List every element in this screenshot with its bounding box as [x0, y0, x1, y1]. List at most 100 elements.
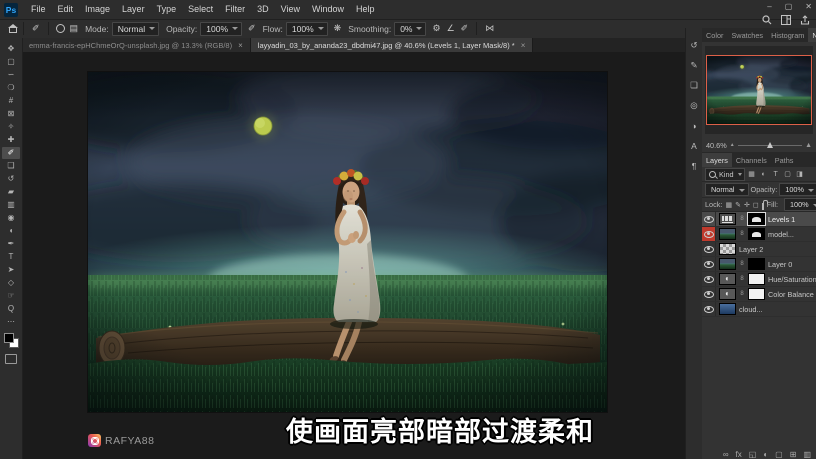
- visibility-toggle[interactable]: [702, 242, 716, 256]
- brush-tool-preset-icon[interactable]: ✐: [29, 23, 43, 34]
- search-icon[interactable]: [762, 15, 772, 25]
- shape-tool[interactable]: ◇: [2, 277, 20, 289]
- fill-select[interactable]: 100%: [784, 198, 816, 211]
- restore-button[interactable]: ▢: [785, 0, 793, 13]
- menu-select[interactable]: Select: [182, 0, 219, 19]
- layer-thumbnail[interactable]: [719, 228, 736, 240]
- color-swatches[interactable]: [3, 333, 19, 348]
- navigator-proxy-view[interactable]: [707, 56, 811, 125]
- type-tool[interactable]: T: [2, 251, 20, 263]
- layer-blend-mode-select[interactable]: Normal: [705, 183, 749, 196]
- layer-mask-thumbnail[interactable]: [748, 228, 765, 240]
- lock-transparency-icon[interactable]: ▦: [725, 201, 732, 209]
- layer-style-icon[interactable]: fx: [736, 450, 742, 459]
- filter-smart-objects-icon[interactable]: ◨: [795, 170, 805, 178]
- properties-panel-icon[interactable]: ◎: [687, 100, 701, 111]
- history-panel-icon[interactable]: ↺: [687, 40, 701, 51]
- zoom-in-icon[interactable]: ▲: [805, 142, 812, 149]
- brush-settings-panel-icon[interactable]: ✎: [687, 60, 701, 71]
- smoothing-select[interactable]: 0%: [394, 21, 427, 36]
- blend-mode-select[interactable]: Normal: [111, 21, 160, 36]
- adjustments-panel-icon[interactable]: ◑: [687, 120, 701, 131]
- menu-edit[interactable]: Edit: [52, 0, 80, 19]
- lock-all-icon[interactable]: [761, 199, 769, 210]
- brush-angle-icon[interactable]: ∠: [444, 23, 458, 34]
- close-tab-icon[interactable]: ×: [238, 41, 243, 50]
- zoom-slider[interactable]: [737, 140, 803, 150]
- minimize-button[interactable]: –: [767, 0, 771, 13]
- delete-layer-icon[interactable]: ▥: [803, 450, 811, 459]
- layer-row-layer-2[interactable]: Layer 2: [702, 242, 816, 257]
- menu-help[interactable]: Help: [350, 0, 381, 19]
- layer-name[interactable]: Layer 0: [768, 260, 792, 269]
- gradient-tool[interactable]: ▥: [2, 199, 20, 211]
- filter-type-layers-icon[interactable]: T: [771, 171, 781, 178]
- brush-tool[interactable]: ✐: [2, 147, 20, 159]
- navigator-thumbnail[interactable]: [705, 46, 813, 134]
- brush-settings-toggle-icon[interactable]: ▤: [67, 23, 82, 34]
- visibility-toggle[interactable]: [702, 257, 716, 271]
- add-layer-mask-icon[interactable]: ◱: [749, 450, 757, 459]
- eraser-tool[interactable]: ▰: [2, 186, 20, 198]
- new-layer-icon[interactable]: ⊞: [790, 450, 797, 459]
- visibility-toggle[interactable]: [702, 272, 716, 286]
- dodge-tool[interactable]: ◖: [2, 225, 20, 237]
- clone-stamp-tool[interactable]: ❑: [2, 160, 20, 172]
- close-tab-icon[interactable]: ×: [521, 41, 526, 50]
- levels-adjustment-thumbnail[interactable]: [719, 213, 736, 225]
- spot-healing-brush-tool[interactable]: ✚: [2, 134, 20, 146]
- layer-thumbnail[interactable]: [719, 303, 736, 315]
- tab-histogram[interactable]: Histogram: [767, 28, 808, 42]
- pen-tool[interactable]: ✒: [2, 238, 20, 250]
- menu-window[interactable]: Window: [306, 0, 350, 19]
- layer-row-levels-1[interactable]: 8 Levels 1: [702, 212, 816, 227]
- filter-pixel-layers-icon[interactable]: ▦: [747, 170, 757, 178]
- airbrush-icon[interactable]: ❋: [331, 23, 345, 34]
- quick-mask-icon[interactable]: [5, 354, 17, 364]
- move-tool[interactable]: ✥: [2, 43, 20, 55]
- share-icon[interactable]: [800, 15, 810, 25]
- layer-name[interactable]: Hue/Saturation 1: [768, 275, 816, 284]
- history-brush-tool[interactable]: ↺: [2, 173, 20, 185]
- layer-thumbnail[interactable]: [719, 243, 736, 255]
- path-selection-tool[interactable]: ➤: [2, 264, 20, 276]
- tablet-size-icon[interactable]: ✐: [458, 23, 472, 34]
- tab-color[interactable]: Color: [702, 28, 727, 42]
- tab-swatches[interactable]: Swatches: [727, 28, 767, 42]
- crop-tool[interactable]: #: [2, 95, 20, 107]
- menu-image[interactable]: Image: [79, 0, 116, 19]
- menu-view[interactable]: View: [275, 0, 306, 19]
- quick-selection-tool[interactable]: ❍: [2, 82, 20, 94]
- doc-tab-layyadin[interactable]: layyadin_03_by_ananda23_dbdmi47.jpg @ 40…: [250, 38, 534, 52]
- hand-tool[interactable]: ☞: [2, 290, 20, 302]
- filter-kind-select[interactable]: Kind: [705, 167, 745, 181]
- layer-name[interactable]: Levels 1: [768, 215, 795, 224]
- slider-thumb[interactable]: [766, 142, 773, 148]
- doc-tab-emma[interactable]: emma-francis-epHChmeOrQ-unsplash.jpg @ 1…: [22, 38, 251, 52]
- visibility-toggle[interactable]: [702, 212, 716, 226]
- layer-mask-thumbnail[interactable]: [748, 213, 765, 225]
- workspace-switcher-icon[interactable]: [781, 15, 791, 25]
- layer-mask-thumbnail[interactable]: [748, 258, 765, 270]
- layer-name[interactable]: model...: [768, 230, 794, 239]
- menu-file[interactable]: File: [25, 0, 52, 19]
- marquee-tool[interactable]: ▢: [2, 56, 20, 68]
- lock-position-icon[interactable]: ✛: [744, 201, 750, 209]
- layer-row-hue-saturation-1[interactable]: ◐ 8 Hue/Saturation 1: [702, 272, 816, 287]
- menu-3d[interactable]: 3D: [251, 0, 275, 19]
- edit-toolbar-button[interactable]: ⋯: [2, 316, 20, 328]
- new-group-icon[interactable]: ▢: [775, 450, 783, 459]
- menu-filter[interactable]: Filter: [219, 0, 251, 19]
- opacity-select[interactable]: 100%: [200, 21, 243, 36]
- layer-thumbnail[interactable]: [719, 258, 736, 270]
- lasso-tool[interactable]: ∽: [2, 69, 20, 81]
- paragraph-panel-icon[interactable]: ¶: [687, 160, 701, 171]
- clone-source-panel-icon[interactable]: ❏: [687, 80, 701, 91]
- filter-shape-layers-icon[interactable]: ▢: [783, 170, 793, 178]
- blur-tool[interactable]: ◉: [2, 212, 20, 224]
- close-button[interactable]: ✕: [805, 0, 812, 13]
- link-layers-icon[interactable]: ∞: [723, 450, 729, 459]
- zoom-out-icon[interactable]: ▲: [730, 142, 735, 148]
- layer-opacity-select[interactable]: 100%: [779, 183, 816, 196]
- layer-row-layer-0[interactable]: 8 Layer 0: [702, 257, 816, 272]
